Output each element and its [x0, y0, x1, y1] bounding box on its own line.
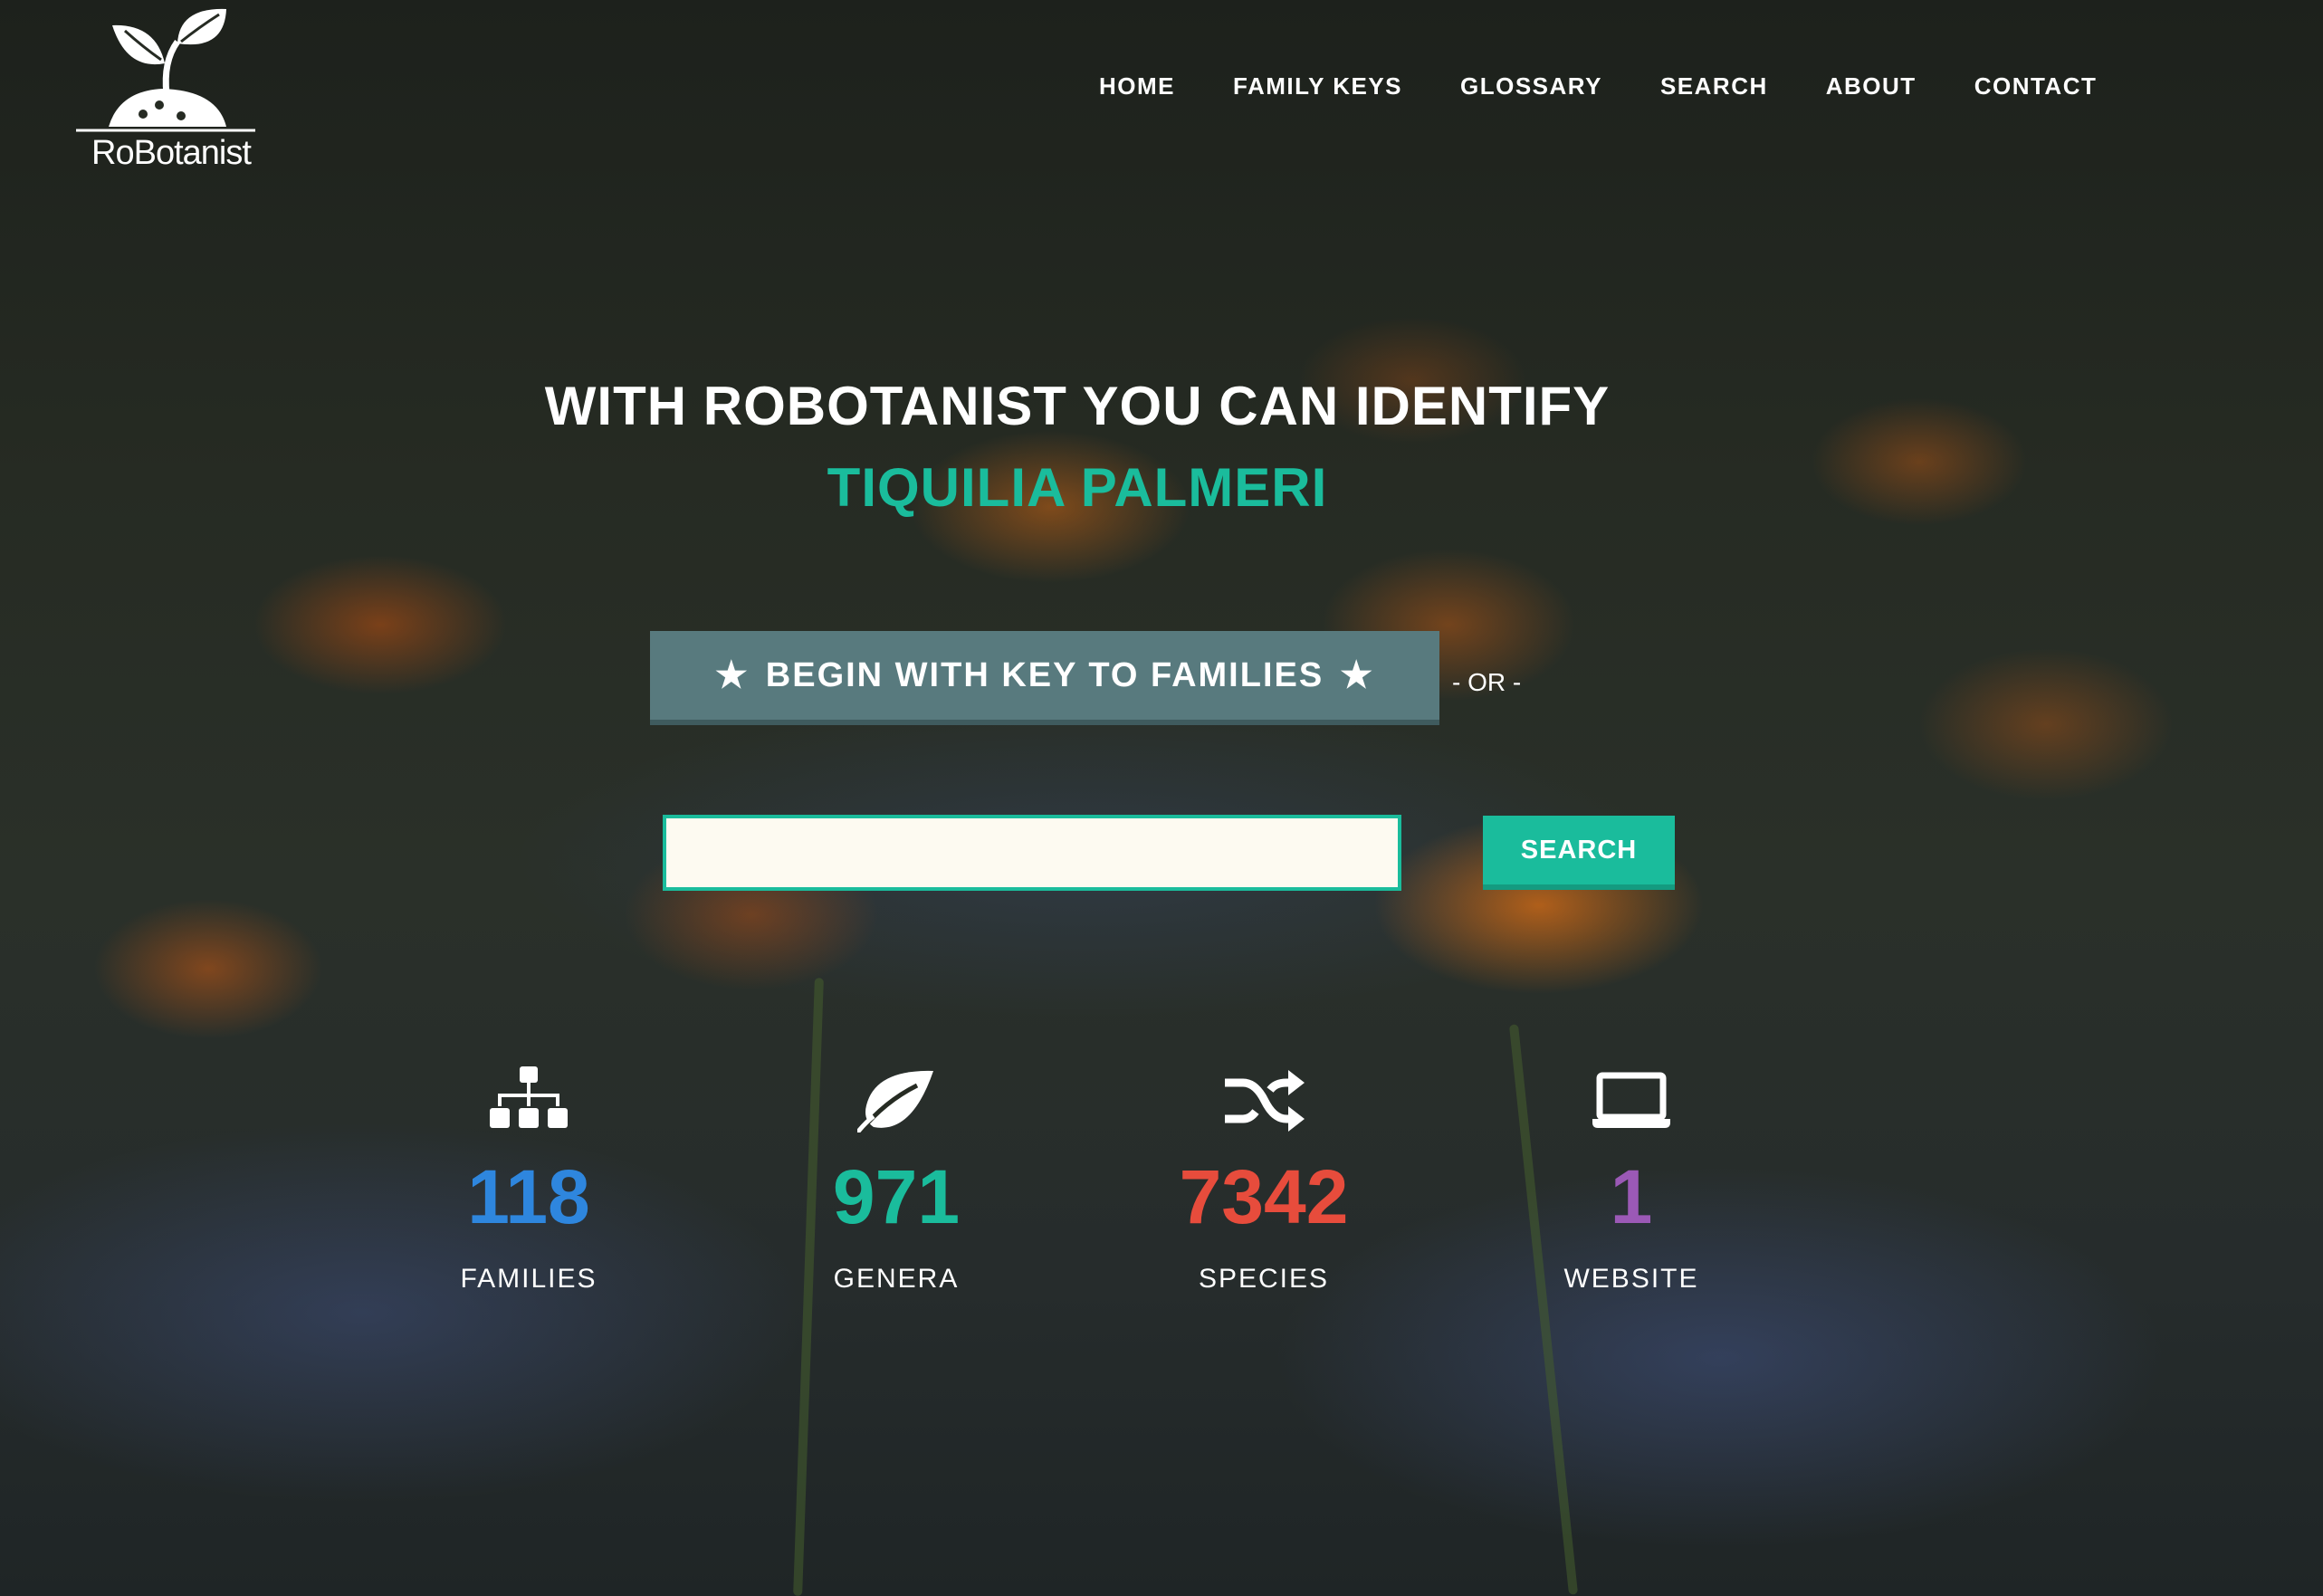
stat-genera: 971 GENERA	[760, 1065, 1032, 1295]
stat-species: 7342 SPECIES	[1128, 1065, 1400, 1295]
star-icon: ★	[1340, 655, 1375, 695]
shuffle-icon	[1225, 1070, 1305, 1132]
stat-families: 118 FAMILIES	[393, 1065, 664, 1295]
stat-label: WEBSITE	[1563, 1264, 1699, 1294]
begin-key-label: BEGIN WITH KEY TO FAMILIES	[765, 655, 1324, 694]
stat-number: 118	[467, 1154, 590, 1239]
stat-label: FAMILIES	[460, 1264, 597, 1294]
star-icon: ★	[714, 655, 750, 695]
leaf-icon	[857, 1070, 933, 1132]
begin-key-button[interactable]: ★ BEGIN WITH KEY TO FAMILIES ★	[650, 631, 1439, 725]
search-input[interactable]	[663, 815, 1401, 891]
logo[interactable]: RoBotanist	[72, 7, 259, 179]
main-nav: HOME FAMILY KEYS GLOSSARY SEARCH ABOUT C…	[1099, 72, 2155, 100]
sprout-logo-icon	[76, 8, 255, 132]
nav-home[interactable]: HOME	[1099, 72, 1175, 100]
stat-number: 971	[832, 1154, 961, 1239]
stat-number: 1	[1610, 1154, 1653, 1239]
nav-contact[interactable]: CONTACT	[1974, 72, 2098, 100]
hero-species-name: TIQUILIA PALMERI	[827, 457, 1328, 518]
hero-title: WITH ROBOTANIST YOU CAN IDENTIFY	[544, 376, 1611, 436]
or-separator: - OR -	[1452, 668, 1522, 696]
laptop-icon	[1592, 1072, 1670, 1128]
sitemap-icon	[490, 1066, 568, 1128]
stat-website: 1 WEBSITE	[1496, 1065, 1767, 1295]
page: RoBotanist HOME FAMILY KEYS GLOSSARY SEA…	[0, 0, 2323, 1596]
stat-number: 7342	[1179, 1154, 1349, 1239]
nav-search[interactable]: SEARCH	[1660, 72, 1768, 100]
stat-label: GENERA	[833, 1264, 960, 1294]
search-button[interactable]: SEARCH	[1483, 816, 1675, 890]
nav-family-keys[interactable]: FAMILY KEYS	[1233, 72, 1402, 100]
stat-label: SPECIES	[1198, 1264, 1330, 1294]
nav-glossary[interactable]: GLOSSARY	[1460, 72, 1602, 100]
nav-about[interactable]: ABOUT	[1826, 72, 1917, 100]
brand-name: RoBotanist	[91, 134, 252, 172]
